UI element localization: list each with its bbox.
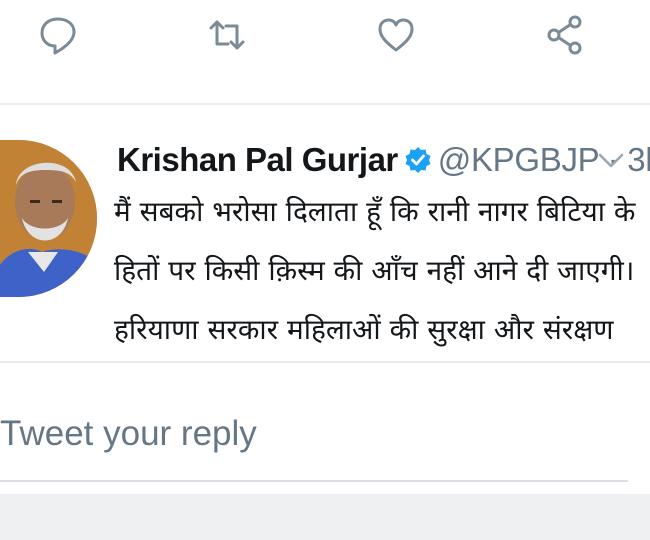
reply-input[interactable] bbox=[0, 408, 620, 460]
avatar-photo bbox=[0, 140, 97, 297]
reply-divider bbox=[0, 480, 628, 482]
action-bar-divider bbox=[0, 103, 650, 105]
chevron-down-icon bbox=[598, 153, 624, 168]
reply-icon bbox=[40, 17, 76, 55]
bottom-navigation-bar bbox=[0, 494, 650, 540]
tweet-divider bbox=[0, 361, 650, 363]
share-button[interactable] bbox=[541, 10, 589, 60]
avatar[interactable] bbox=[0, 140, 97, 297]
tweet-action-bar bbox=[0, 0, 650, 80]
tweet-header: Krishan Pal Gurjar @KPGBJP · 3h bbox=[117, 138, 650, 182]
share-icon bbox=[547, 15, 582, 55]
retweet-button[interactable] bbox=[203, 10, 251, 60]
like-button[interactable] bbox=[372, 10, 420, 60]
tweet-options-button[interactable] bbox=[596, 150, 626, 172]
author-name[interactable]: Krishan Pal Gurjar bbox=[117, 141, 398, 179]
heart-icon bbox=[378, 18, 414, 52]
tweet-text: मैं सबको भरोसा दिलाता हूँ कि रानी नागर ब… bbox=[114, 195, 636, 346]
reply-button[interactable] bbox=[34, 10, 82, 60]
verified-badge-icon bbox=[405, 147, 431, 173]
retweet-icon bbox=[209, 20, 245, 50]
